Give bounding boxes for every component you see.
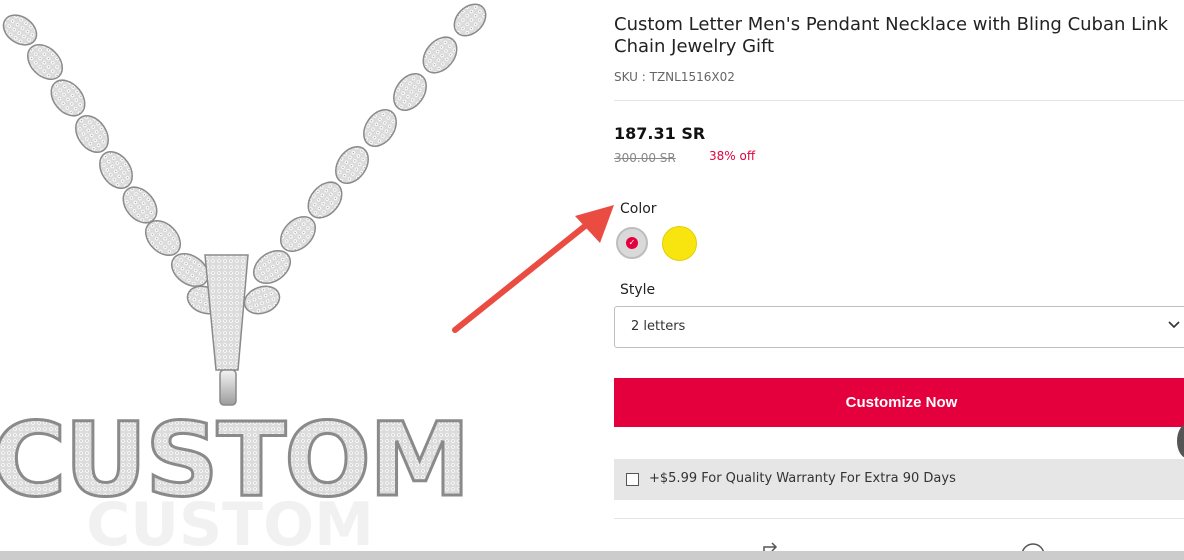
chevron-down-icon — [1167, 317, 1181, 335]
chain-left — [2, 14, 224, 315]
check-icon: ✓ — [626, 237, 638, 249]
color-swatch-silver[interactable]: ✓ — [616, 227, 648, 259]
style-select-value: 2 letters — [631, 319, 686, 334]
style-label: Style — [620, 282, 656, 298]
current-price: 187.31 SR — [614, 124, 706, 143]
warranty-label: +$5.99 For Quality Warranty For Extra 90… — [649, 471, 956, 486]
divider — [614, 518, 1184, 519]
pendant-bail — [204, 254, 249, 406]
product-sku: SKU : TZNL1516X02 — [614, 70, 735, 84]
product-title: Custom Letter Men's Pendant Necklace wit… — [614, 14, 1169, 57]
product-image: CUSTOM CUSTOM — [0, 0, 600, 560]
bottom-bar — [0, 551, 1184, 560]
divider — [614, 100, 1184, 101]
color-swatch-gold[interactable] — [662, 226, 697, 261]
warranty-checkbox[interactable] — [626, 473, 639, 486]
chain-right — [243, 3, 487, 315]
scroll-to-top-button[interactable] — [1177, 424, 1184, 458]
original-price: 300.00 SR — [614, 151, 676, 165]
discount-badge: 38% off — [709, 149, 756, 163]
customize-now-button[interactable]: Customize Now — [614, 378, 1184, 427]
svg-text:CUSTOM: CUSTOM — [86, 490, 374, 560]
color-label: Color — [620, 201, 657, 217]
warranty-option[interactable]: +$5.99 For Quality Warranty For Extra 90… — [614, 459, 1184, 500]
style-select[interactable]: 2 letters — [614, 306, 1184, 348]
